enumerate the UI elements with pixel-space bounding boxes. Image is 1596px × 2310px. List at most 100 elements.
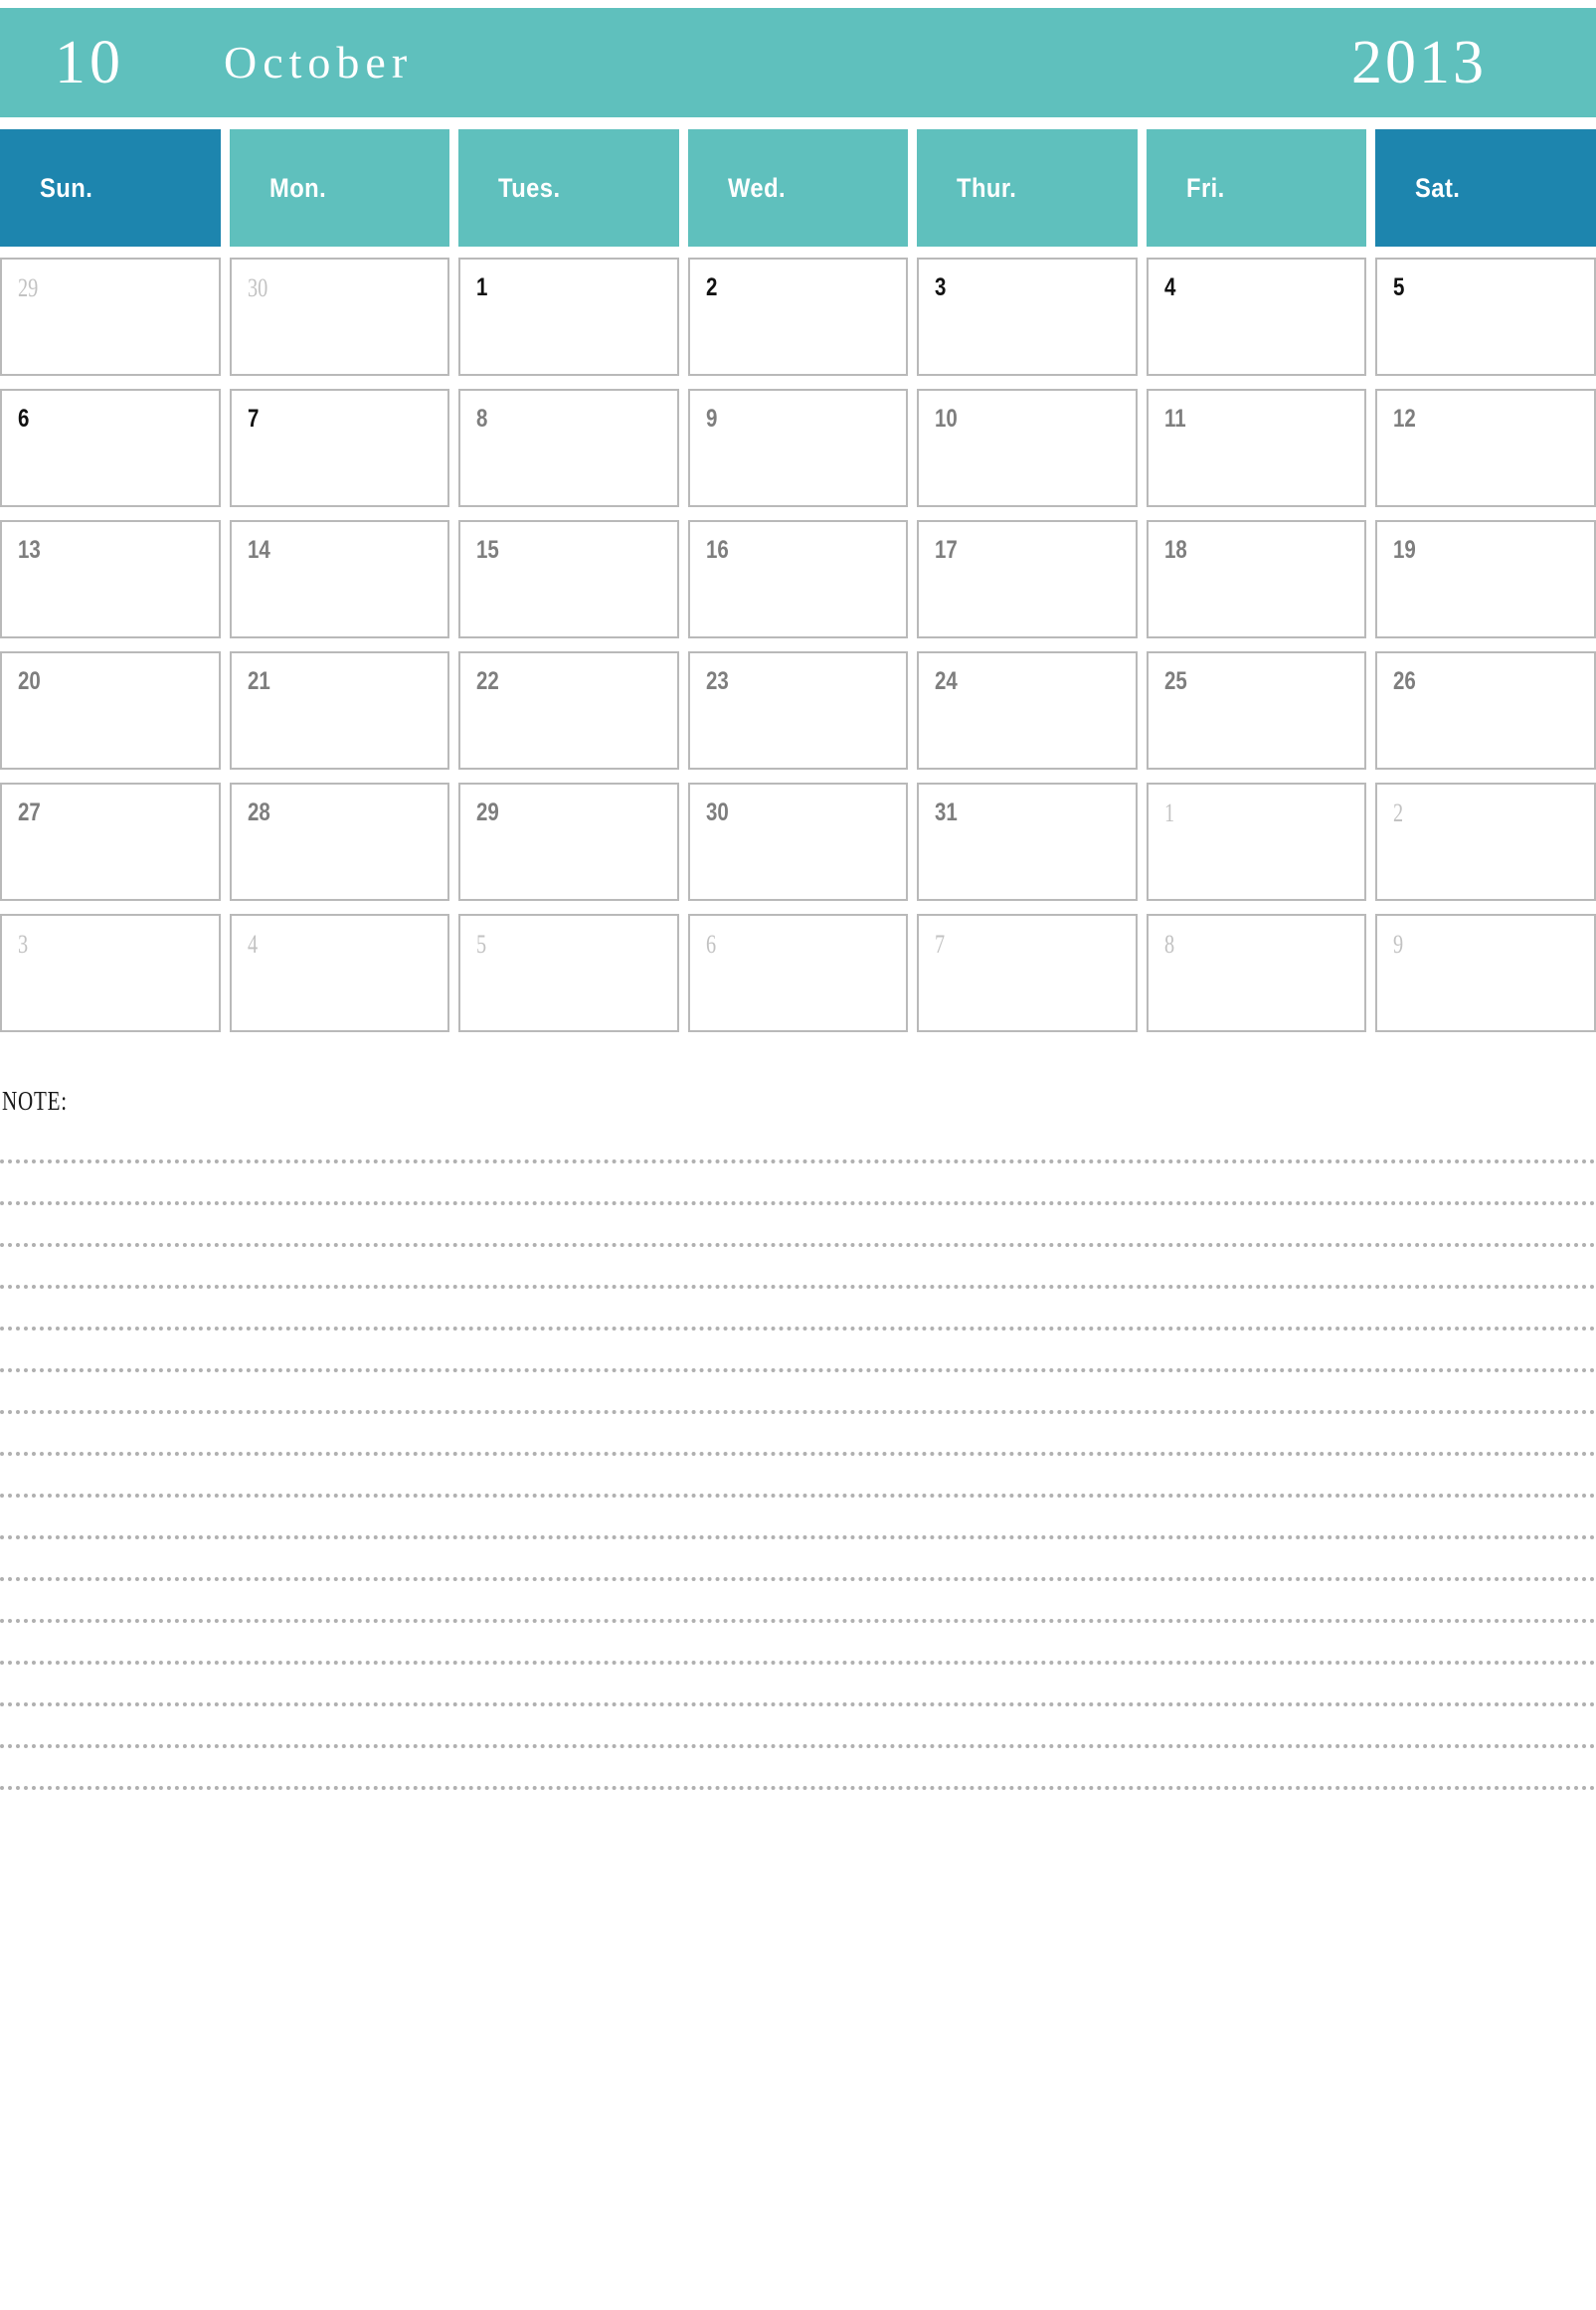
date-cell[interactable]: 30 xyxy=(229,258,450,376)
note-label: NOTE: xyxy=(2,1086,68,1116)
note-line[interactable] xyxy=(0,1539,1596,1581)
date-cell[interactable]: 5 xyxy=(1375,258,1596,376)
note-line[interactable] xyxy=(0,1331,1596,1372)
weekday-label: Sun. xyxy=(40,172,93,203)
note-line[interactable] xyxy=(0,1247,1596,1289)
weekday-label: Sat. xyxy=(1415,172,1461,203)
date-cell[interactable]: 12 xyxy=(1375,389,1596,507)
date-cell[interactable]: 1 xyxy=(458,258,679,376)
date-number: 7 xyxy=(935,930,946,959)
date-cell[interactable]: 9 xyxy=(1375,914,1596,1032)
date-number: 30 xyxy=(705,799,729,826)
weekday-header-mon: Mon. xyxy=(229,129,450,247)
date-number: 1 xyxy=(476,273,488,301)
date-number: 19 xyxy=(1393,536,1417,564)
date-number: 8 xyxy=(476,405,488,433)
date-cell[interactable]: 22 xyxy=(458,651,679,770)
date-cell[interactable]: 20 xyxy=(0,651,221,770)
date-number: 31 xyxy=(935,799,959,826)
year-label: 2013 xyxy=(1351,29,1487,96)
date-number: 5 xyxy=(1393,273,1405,301)
date-cell[interactable]: 24 xyxy=(917,651,1138,770)
weekday-header-tues: Tues. xyxy=(458,129,679,247)
date-number: 1 xyxy=(1163,799,1174,827)
date-cell[interactable]: 30 xyxy=(687,783,909,901)
date-number: 6 xyxy=(705,930,716,959)
date-cell[interactable]: 3 xyxy=(917,258,1138,376)
date-cell[interactable]: 19 xyxy=(1375,520,1596,638)
note-line[interactable] xyxy=(0,1623,1596,1665)
date-number: 14 xyxy=(247,536,270,564)
note-line[interactable] xyxy=(0,1581,1596,1623)
date-cell[interactable]: 1 xyxy=(1146,783,1367,901)
date-number: 10 xyxy=(935,405,959,433)
note-line[interactable] xyxy=(0,1456,1596,1498)
weekday-header-sat: Sat. xyxy=(1375,129,1596,247)
date-cell[interactable]: 9 xyxy=(687,389,909,507)
date-cell[interactable]: 27 xyxy=(0,783,221,901)
date-number: 6 xyxy=(18,405,30,433)
date-cell[interactable]: 26 xyxy=(1375,651,1596,770)
date-cell[interactable]: 29 xyxy=(0,258,221,376)
date-cell[interactable]: 28 xyxy=(229,783,450,901)
date-number: 25 xyxy=(1163,667,1187,695)
note-line[interactable] xyxy=(0,1163,1596,1205)
date-cell[interactable]: 18 xyxy=(1146,520,1367,638)
date-cell[interactable]: 11 xyxy=(1146,389,1367,507)
date-cell[interactable]: 5 xyxy=(458,914,679,1032)
date-cell[interactable]: 6 xyxy=(0,389,221,507)
weekday-label: Wed. xyxy=(727,172,786,203)
date-number: 9 xyxy=(705,405,718,433)
note-line[interactable] xyxy=(0,1289,1596,1331)
date-number: 2 xyxy=(705,273,718,301)
date-cell[interactable]: 3 xyxy=(0,914,221,1032)
note-line[interactable] xyxy=(0,1665,1596,1706)
date-number: 5 xyxy=(476,930,487,959)
date-cell[interactable]: 23 xyxy=(687,651,909,770)
weekday-label: Tues. xyxy=(498,172,561,203)
date-cell[interactable]: 16 xyxy=(687,520,909,638)
date-number: 21 xyxy=(247,667,270,695)
note-line[interactable] xyxy=(0,1205,1596,1247)
note-line[interactable] xyxy=(0,1498,1596,1539)
date-cell[interactable]: 2 xyxy=(1375,783,1596,901)
date-cell[interactable]: 25 xyxy=(1146,651,1367,770)
date-number: 22 xyxy=(476,667,499,695)
weekday-label: Fri. xyxy=(1185,172,1225,203)
note-line[interactable] xyxy=(0,1122,1596,1163)
note-line[interactable] xyxy=(0,1706,1596,1748)
date-number: 23 xyxy=(705,667,729,695)
date-number: 7 xyxy=(247,405,259,433)
date-number: 3 xyxy=(935,273,947,301)
date-cell[interactable]: 8 xyxy=(1146,914,1367,1032)
date-cell[interactable]: 13 xyxy=(0,520,221,638)
date-number: 20 xyxy=(18,667,41,695)
date-cell[interactable]: 14 xyxy=(229,520,450,638)
date-number: 2 xyxy=(1393,799,1404,827)
weekday-header-sun: Sun. xyxy=(0,129,221,247)
date-cell[interactable]: 7 xyxy=(229,389,450,507)
note-lines xyxy=(0,1122,1596,1790)
date-cell[interactable]: 21 xyxy=(229,651,450,770)
date-cell[interactable]: 4 xyxy=(229,914,450,1032)
date-cell[interactable]: 17 xyxy=(917,520,1138,638)
date-cell[interactable]: 31 xyxy=(917,783,1138,901)
date-cell[interactable]: 7 xyxy=(917,914,1138,1032)
date-cell[interactable]: 6 xyxy=(687,914,909,1032)
note-line[interactable] xyxy=(0,1414,1596,1456)
month-name: October xyxy=(224,37,414,88)
weekday-label: Thur. xyxy=(957,172,1017,203)
date-number: 4 xyxy=(247,930,258,959)
date-cell[interactable]: 8 xyxy=(458,389,679,507)
date-cell[interactable]: 4 xyxy=(1146,258,1367,376)
date-number: 12 xyxy=(1393,405,1417,433)
date-cell[interactable]: 2 xyxy=(687,258,909,376)
note-line[interactable] xyxy=(0,1372,1596,1414)
date-number: 26 xyxy=(1393,667,1417,695)
date-cell[interactable]: 29 xyxy=(458,783,679,901)
date-cell[interactable]: 15 xyxy=(458,520,679,638)
date-number: 3 xyxy=(18,930,29,959)
date-cell[interactable]: 10 xyxy=(917,389,1138,507)
note-line[interactable] xyxy=(0,1748,1596,1790)
weekday-header-thur: Thur. xyxy=(917,129,1138,247)
